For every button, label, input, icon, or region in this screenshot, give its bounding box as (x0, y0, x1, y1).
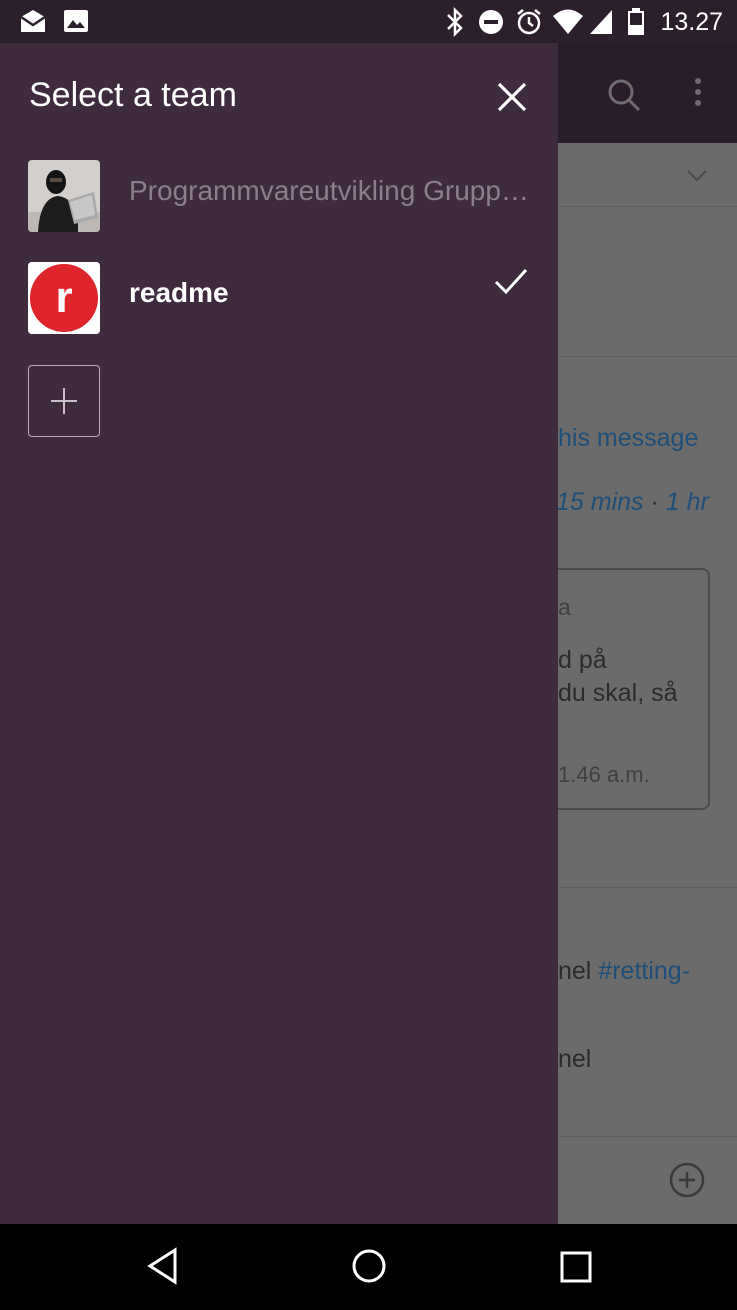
close-button[interactable] (488, 73, 536, 121)
background-text: nel #retting- (558, 957, 690, 986)
add-team-button[interactable] (28, 365, 100, 437)
channel-link: #retting- (598, 957, 691, 985)
search-icon[interactable] (606, 77, 642, 118)
team-name: readme (129, 277, 229, 308)
background-text: 15 mins (556, 488, 644, 516)
divider (558, 206, 737, 207)
navigation-bar (0, 1224, 737, 1310)
background-text: nel (558, 1045, 592, 1073)
background-text: 15 mins · 1 hr (556, 488, 709, 517)
back-button[interactable] (146, 1247, 180, 1290)
team-avatar (28, 160, 100, 232)
background-text: d på (558, 646, 607, 674)
check-icon (493, 267, 529, 302)
team-avatar: r (28, 262, 100, 334)
team-drawer: Select a team Programmvareutvikling Grup… (0, 43, 558, 1224)
alarm-icon (514, 7, 544, 42)
status-bar: 13.27 (0, 0, 737, 43)
back-icon (147, 1247, 177, 1285)
mail-icon (18, 7, 48, 40)
divider (558, 356, 737, 357)
image-icon (62, 7, 90, 40)
drawer-title: Select a team (29, 76, 237, 114)
home-button[interactable] (350, 1247, 388, 1290)
background-text: 1 hr (665, 488, 709, 516)
background-text: 1.46 a.m. (558, 762, 650, 787)
close-icon (497, 82, 527, 112)
background-text: nel (558, 957, 599, 985)
do-not-disturb-icon (477, 7, 505, 42)
home-icon (352, 1249, 386, 1283)
bluetooth-icon (444, 6, 466, 42)
avatar-letter: r (55, 273, 72, 322)
chevron-down-icon[interactable] (686, 169, 708, 188)
recents-icon (560, 1251, 592, 1283)
team-name: Programmvareutvikling Grupp… (129, 175, 529, 206)
wifi-icon (552, 7, 584, 42)
team-item[interactable]: r readme (0, 251, 558, 343)
battery-icon (626, 7, 646, 42)
background-text: · (643, 488, 666, 516)
signal-icon (588, 7, 614, 42)
background-text: his message (558, 424, 699, 452)
background-text: du skal, så (558, 679, 678, 707)
background-text: a (558, 594, 571, 620)
recents-button[interactable] (558, 1247, 594, 1290)
plus-icon (51, 388, 77, 414)
add-circle-icon[interactable] (668, 1161, 706, 1204)
team-item[interactable]: Programmvareutvikling Grupp… (0, 149, 558, 241)
status-time: 13.27 (660, 8, 723, 36)
more-options-icon[interactable] (692, 77, 704, 114)
divider (558, 1136, 737, 1137)
divider (558, 887, 737, 888)
